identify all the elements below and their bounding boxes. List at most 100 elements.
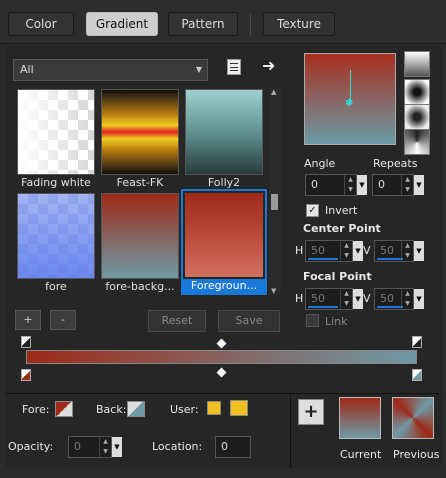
focal-h-value: 50 — [311, 292, 325, 305]
spinner-arrows-icon[interactable]: ▲ ▼ — [401, 175, 413, 195]
color-stop-right[interactable] — [412, 369, 422, 381]
scroll-down-icon[interactable]: ▼ — [271, 287, 276, 295]
radial-gradient-icon[interactable] — [404, 104, 430, 130]
color-stop-left[interactable] — [21, 369, 31, 381]
library-dropdown[interactable]: All ▼ — [13, 59, 208, 81]
focal-h-dropdown-icon[interactable]: ▼ — [353, 289, 363, 309]
gradient-swatch — [17, 193, 95, 279]
tab-gradient[interactable]: Gradient — [86, 12, 158, 36]
gradient-swatch — [101, 193, 179, 279]
gradient-thumb-foreground-selected[interactable]: Foregroun... — [181, 189, 267, 295]
gradient-swatch — [17, 89, 95, 175]
spinner-arrows-icon[interactable]: ▲ ▼ — [344, 175, 356, 195]
user-color-swatch-1[interactable] — [207, 401, 221, 415]
repeats-label: Repeats — [373, 157, 418, 170]
gradient-swatch — [185, 193, 263, 277]
spinner-arrows-icon[interactable]: ▲ ▼ — [340, 241, 352, 261]
opacity-value: 0 — [74, 440, 81, 453]
bottom-divider — [290, 393, 291, 468]
library-selected: All — [20, 63, 34, 76]
gradient-thumb-fore[interactable] — [17, 193, 95, 279]
invert-label: Invert — [325, 204, 358, 217]
user-label: User: — [170, 403, 199, 416]
opacity-stop-left[interactable] — [21, 336, 31, 348]
link-checkbox[interactable] — [306, 314, 319, 327]
location-input[interactable]: 0 — [215, 436, 251, 458]
gradient-thumb-fore-background[interactable] — [101, 193, 179, 279]
tab-texture[interactable]: Texture — [263, 12, 335, 36]
back-color-swatch[interactable] — [127, 401, 145, 417]
thumbnail-scrollbar[interactable]: ▲ ▼ — [269, 88, 281, 295]
repeats-dropdown-icon[interactable]: ▼ — [414, 175, 424, 195]
gradient-thumb-folly2[interactable] — [185, 89, 263, 175]
add-gradient-button[interactable]: + — [15, 310, 41, 330]
center-point-label: Center Point — [303, 222, 381, 235]
center-h-level — [308, 258, 338, 260]
remove-gradient-button[interactable]: - — [50, 310, 76, 330]
reset-button[interactable]: Reset — [148, 310, 206, 332]
center-handle-icon[interactable]: ✱ — [345, 98, 353, 109]
opacity-dropdown-icon[interactable]: ▼ — [112, 437, 122, 457]
chevron-down-icon: ▼ — [195, 65, 202, 74]
center-v-input[interactable]: 50 ▲ ▼ — [374, 240, 414, 262]
gradient-label: fore-backg... — [105, 280, 175, 293]
gradient-swatch — [185, 89, 263, 175]
center-h-label: H — [295, 244, 304, 257]
tab-separator — [250, 14, 251, 36]
focal-v-value: 50 — [380, 292, 394, 305]
center-v-label: V — [363, 244, 371, 257]
arrow-right-icon[interactable]: ➜ — [262, 56, 275, 75]
location-label: Location: — [152, 440, 203, 453]
gradient-preview[interactable]: ✱ — [304, 53, 396, 145]
scroll-up-icon[interactable]: ▲ — [271, 88, 276, 96]
back-label: Back: — [96, 403, 127, 416]
rectangular-gradient-icon[interactable] — [404, 79, 430, 105]
angle-label: Angle — [304, 157, 336, 170]
save-button[interactable]: Save — [218, 310, 280, 332]
previous-label: Previous — [393, 448, 440, 461]
library-menu-icon[interactable] — [227, 59, 241, 75]
center-h-dropdown-icon[interactable]: ▼ — [353, 241, 363, 261]
gradient-label: Folly2 — [207, 176, 241, 189]
gradient-swatch — [101, 89, 179, 175]
focal-v-input[interactable]: 50 ▲ ▼ — [374, 288, 414, 310]
tab-pattern[interactable]: Pattern — [168, 12, 238, 36]
sunburst-gradient-icon[interactable] — [404, 129, 430, 155]
angle-dropdown-icon[interactable]: ▼ — [357, 175, 367, 195]
linear-gradient-icon[interactable] — [404, 51, 430, 77]
gradient-label: Fading white — [21, 176, 91, 189]
add-material-button[interactable]: + — [298, 399, 324, 425]
center-v-level — [377, 258, 403, 260]
gradient-label: Feast-FK — [116, 176, 164, 189]
spinner-arrows-icon[interactable]: ▲ ▼ — [340, 289, 352, 309]
center-v-value: 50 — [380, 244, 394, 257]
user-color-swatch-2[interactable] — [230, 400, 248, 416]
gradient-thumb-feast[interactable] — [101, 89, 179, 175]
focal-v-level — [377, 306, 403, 308]
center-h-input[interactable]: 50 ▲ ▼ — [305, 240, 353, 262]
gradient-thumb-fading-white[interactable] — [17, 89, 95, 175]
angle-input[interactable]: 0 ▲ ▼ — [305, 174, 357, 196]
focal-v-label: V — [363, 292, 371, 305]
center-h-value: 50 — [311, 244, 325, 257]
repeats-value: 0 — [378, 178, 385, 191]
center-v-dropdown-icon[interactable]: ▼ — [414, 241, 424, 261]
tab-color[interactable]: Color — [8, 12, 74, 36]
focal-h-label: H — [295, 292, 304, 305]
opacity-label: Opacity: — [8, 440, 54, 453]
previous-material-swatch[interactable] — [392, 397, 434, 439]
scrollbar-thumb[interactable] — [271, 194, 278, 210]
invert-checkbox[interactable]: ✓ — [306, 204, 319, 217]
repeats-input[interactable]: 0 ▲ ▼ — [372, 174, 414, 196]
focal-h-level — [308, 306, 338, 308]
spinner-arrows-icon[interactable]: ▲ ▼ — [99, 437, 111, 457]
fore-color-swatch[interactable] — [55, 401, 73, 417]
angle-value: 0 — [311, 178, 318, 191]
current-label: Current — [340, 448, 382, 461]
focal-h-input[interactable]: 50 ▲ ▼ — [305, 288, 353, 310]
focal-v-dropdown-icon[interactable]: ▼ — [414, 289, 424, 309]
current-material-swatch[interactable] — [339, 397, 381, 439]
opacity-input[interactable]: 0 ▲ ▼ — [68, 436, 112, 458]
gradient-editor-bar[interactable] — [26, 350, 417, 364]
opacity-stop-right[interactable] — [412, 336, 422, 348]
